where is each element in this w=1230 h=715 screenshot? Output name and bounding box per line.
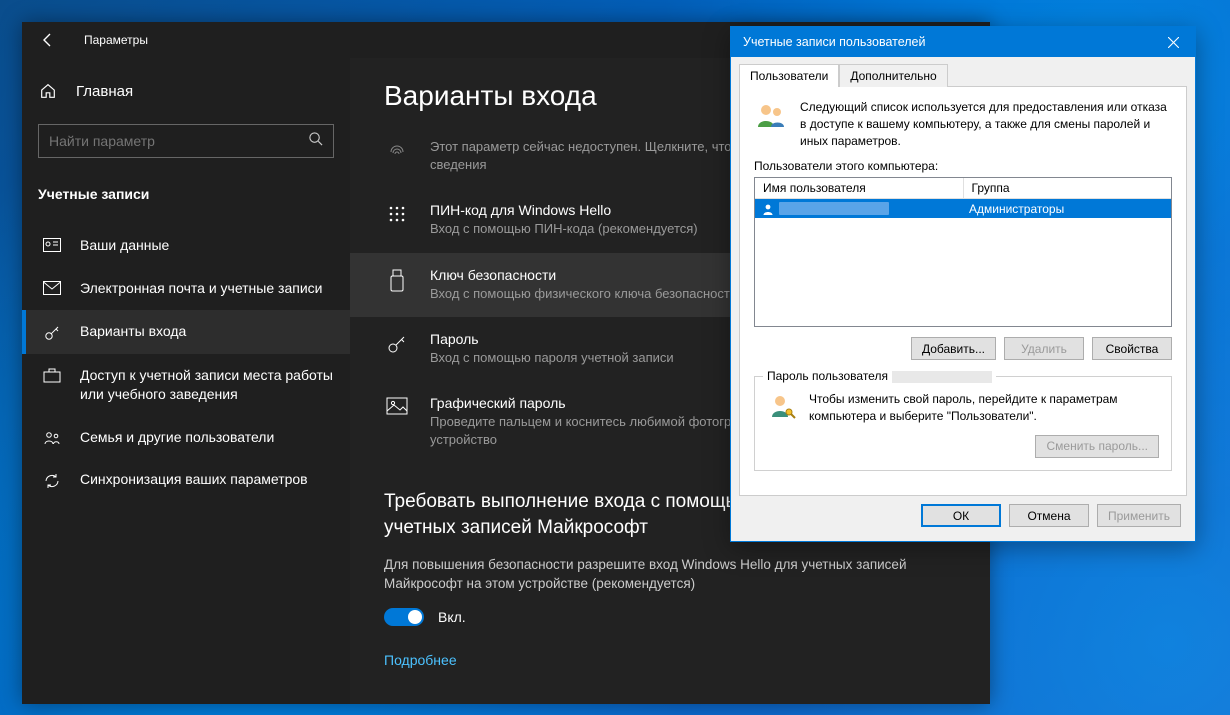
titlebar-label: Параметры xyxy=(84,33,148,47)
back-button[interactable] xyxy=(36,28,60,52)
nav-family[interactable]: Семья и другие пользователи xyxy=(22,416,350,459)
groupbox-text: Чтобы изменить свой пароль, перейдите к … xyxy=(809,391,1159,425)
dialog-titlebar: Учетные записи пользователей xyxy=(731,27,1195,57)
dialog-title: Учетные записи пользователей xyxy=(743,35,926,49)
user-key-icon xyxy=(767,391,797,425)
nav-your-info[interactable]: Ваши данные xyxy=(22,224,350,267)
learn-more-link[interactable]: Подробнее xyxy=(384,652,457,668)
keypad-icon xyxy=(384,204,410,238)
change-password-button[interactable]: Сменить пароль... xyxy=(1035,435,1159,458)
nav-label: Синхронизация ваших параметров xyxy=(80,470,334,489)
nav-work-access[interactable]: Доступ к учетной записи места работы или… xyxy=(22,354,350,416)
users-icon xyxy=(754,99,788,149)
nav-label: Доступ к учетной записи места работы или… xyxy=(80,366,334,404)
cancel-button[interactable]: Отмена xyxy=(1009,504,1089,527)
col-group[interactable]: Группа xyxy=(964,178,1172,198)
table-header: Имя пользователя Группа xyxy=(755,178,1171,199)
tab-users[interactable]: Пользователи xyxy=(739,64,839,87)
apply-button[interactable]: Применить xyxy=(1097,504,1181,527)
intro-text: Следующий список используется для предос… xyxy=(800,99,1172,149)
home-label: Главная xyxy=(76,83,133,100)
home-button[interactable]: Главная xyxy=(22,72,350,110)
properties-button[interactable]: Свойства xyxy=(1092,337,1172,360)
dialog-close-button[interactable] xyxy=(1151,27,1195,57)
dialog-tabs: Пользователи Дополнительно xyxy=(731,57,1195,86)
col-username[interactable]: Имя пользователя xyxy=(755,178,964,198)
option-title: Ключ безопасности xyxy=(430,267,737,283)
username-redacted xyxy=(779,202,889,215)
people-icon xyxy=(42,430,62,446)
nav-label: Ваши данные xyxy=(80,236,334,255)
add-button[interactable]: Добавить... xyxy=(911,337,996,360)
nav-label: Электронная почта и учетные записи xyxy=(80,279,334,298)
option-desc: Вход с помощью ПИН-кода (рекомендуется) xyxy=(430,220,698,238)
username-redacted xyxy=(892,371,992,383)
fingerprint-icon xyxy=(384,138,410,174)
table-row[interactable]: Администраторы xyxy=(755,199,1171,218)
section-title: Учетные записи xyxy=(22,176,350,224)
arrow-left-icon xyxy=(40,32,56,48)
close-icon xyxy=(1168,37,1179,48)
key-icon xyxy=(384,333,410,367)
nav-label: Варианты входа xyxy=(80,322,334,341)
key-icon xyxy=(42,324,62,342)
users-table[interactable]: Имя пользователя Группа Администраторы xyxy=(754,177,1172,327)
dialog-panel: Следующий список используется для предос… xyxy=(739,86,1187,496)
settings-sidebar: Главная Учетные записи Ваши данные Элект… xyxy=(22,58,350,704)
remove-button[interactable]: Удалить xyxy=(1004,337,1084,360)
hello-toggle[interactable] xyxy=(384,608,424,626)
search-input[interactable] xyxy=(49,133,308,149)
users-label: Пользователи этого компьютера: xyxy=(754,159,1172,173)
sync-icon xyxy=(42,472,62,490)
user-accounts-dialog: Учетные записи пользователей Пользовател… xyxy=(730,26,1196,542)
row-group: Администраторы xyxy=(963,202,1171,216)
option-desc: Вход с помощью физического ключа безопас… xyxy=(430,285,737,303)
user-row-icon xyxy=(761,202,775,216)
picture-icon xyxy=(384,397,410,449)
search-input-wrapper[interactable] xyxy=(38,124,334,158)
ok-button[interactable]: ОК xyxy=(921,504,1001,527)
person-card-icon xyxy=(42,238,62,252)
option-desc: Вход с помощью пароля учетной записи xyxy=(430,349,674,367)
groupbox-title: Пароль пользователя xyxy=(763,369,996,383)
usb-key-icon xyxy=(384,269,410,303)
tab-advanced[interactable]: Дополнительно xyxy=(839,64,947,87)
nav-signin-options[interactable]: Варианты входа xyxy=(22,310,350,354)
mail-icon xyxy=(42,281,62,295)
toggle-label: Вкл. xyxy=(438,609,466,625)
nav-label: Семья и другие пользователи xyxy=(80,428,334,447)
briefcase-icon xyxy=(42,368,62,383)
search-icon xyxy=(308,131,323,151)
password-groupbox: Пароль пользователя Чтобы изменить свой … xyxy=(754,376,1172,471)
option-title: Пароль xyxy=(430,331,674,347)
nav-email-accounts[interactable]: Электронная почта и учетные записи xyxy=(22,267,350,310)
dialog-footer: ОК Отмена Применить xyxy=(731,504,1195,541)
option-title: ПИН-код для Windows Hello xyxy=(430,202,698,218)
nav-sync[interactable]: Синхронизация ваших параметров xyxy=(22,458,350,502)
sub-desc: Для повышения безопасности разрешите вхо… xyxy=(384,555,956,594)
home-icon xyxy=(38,82,58,100)
